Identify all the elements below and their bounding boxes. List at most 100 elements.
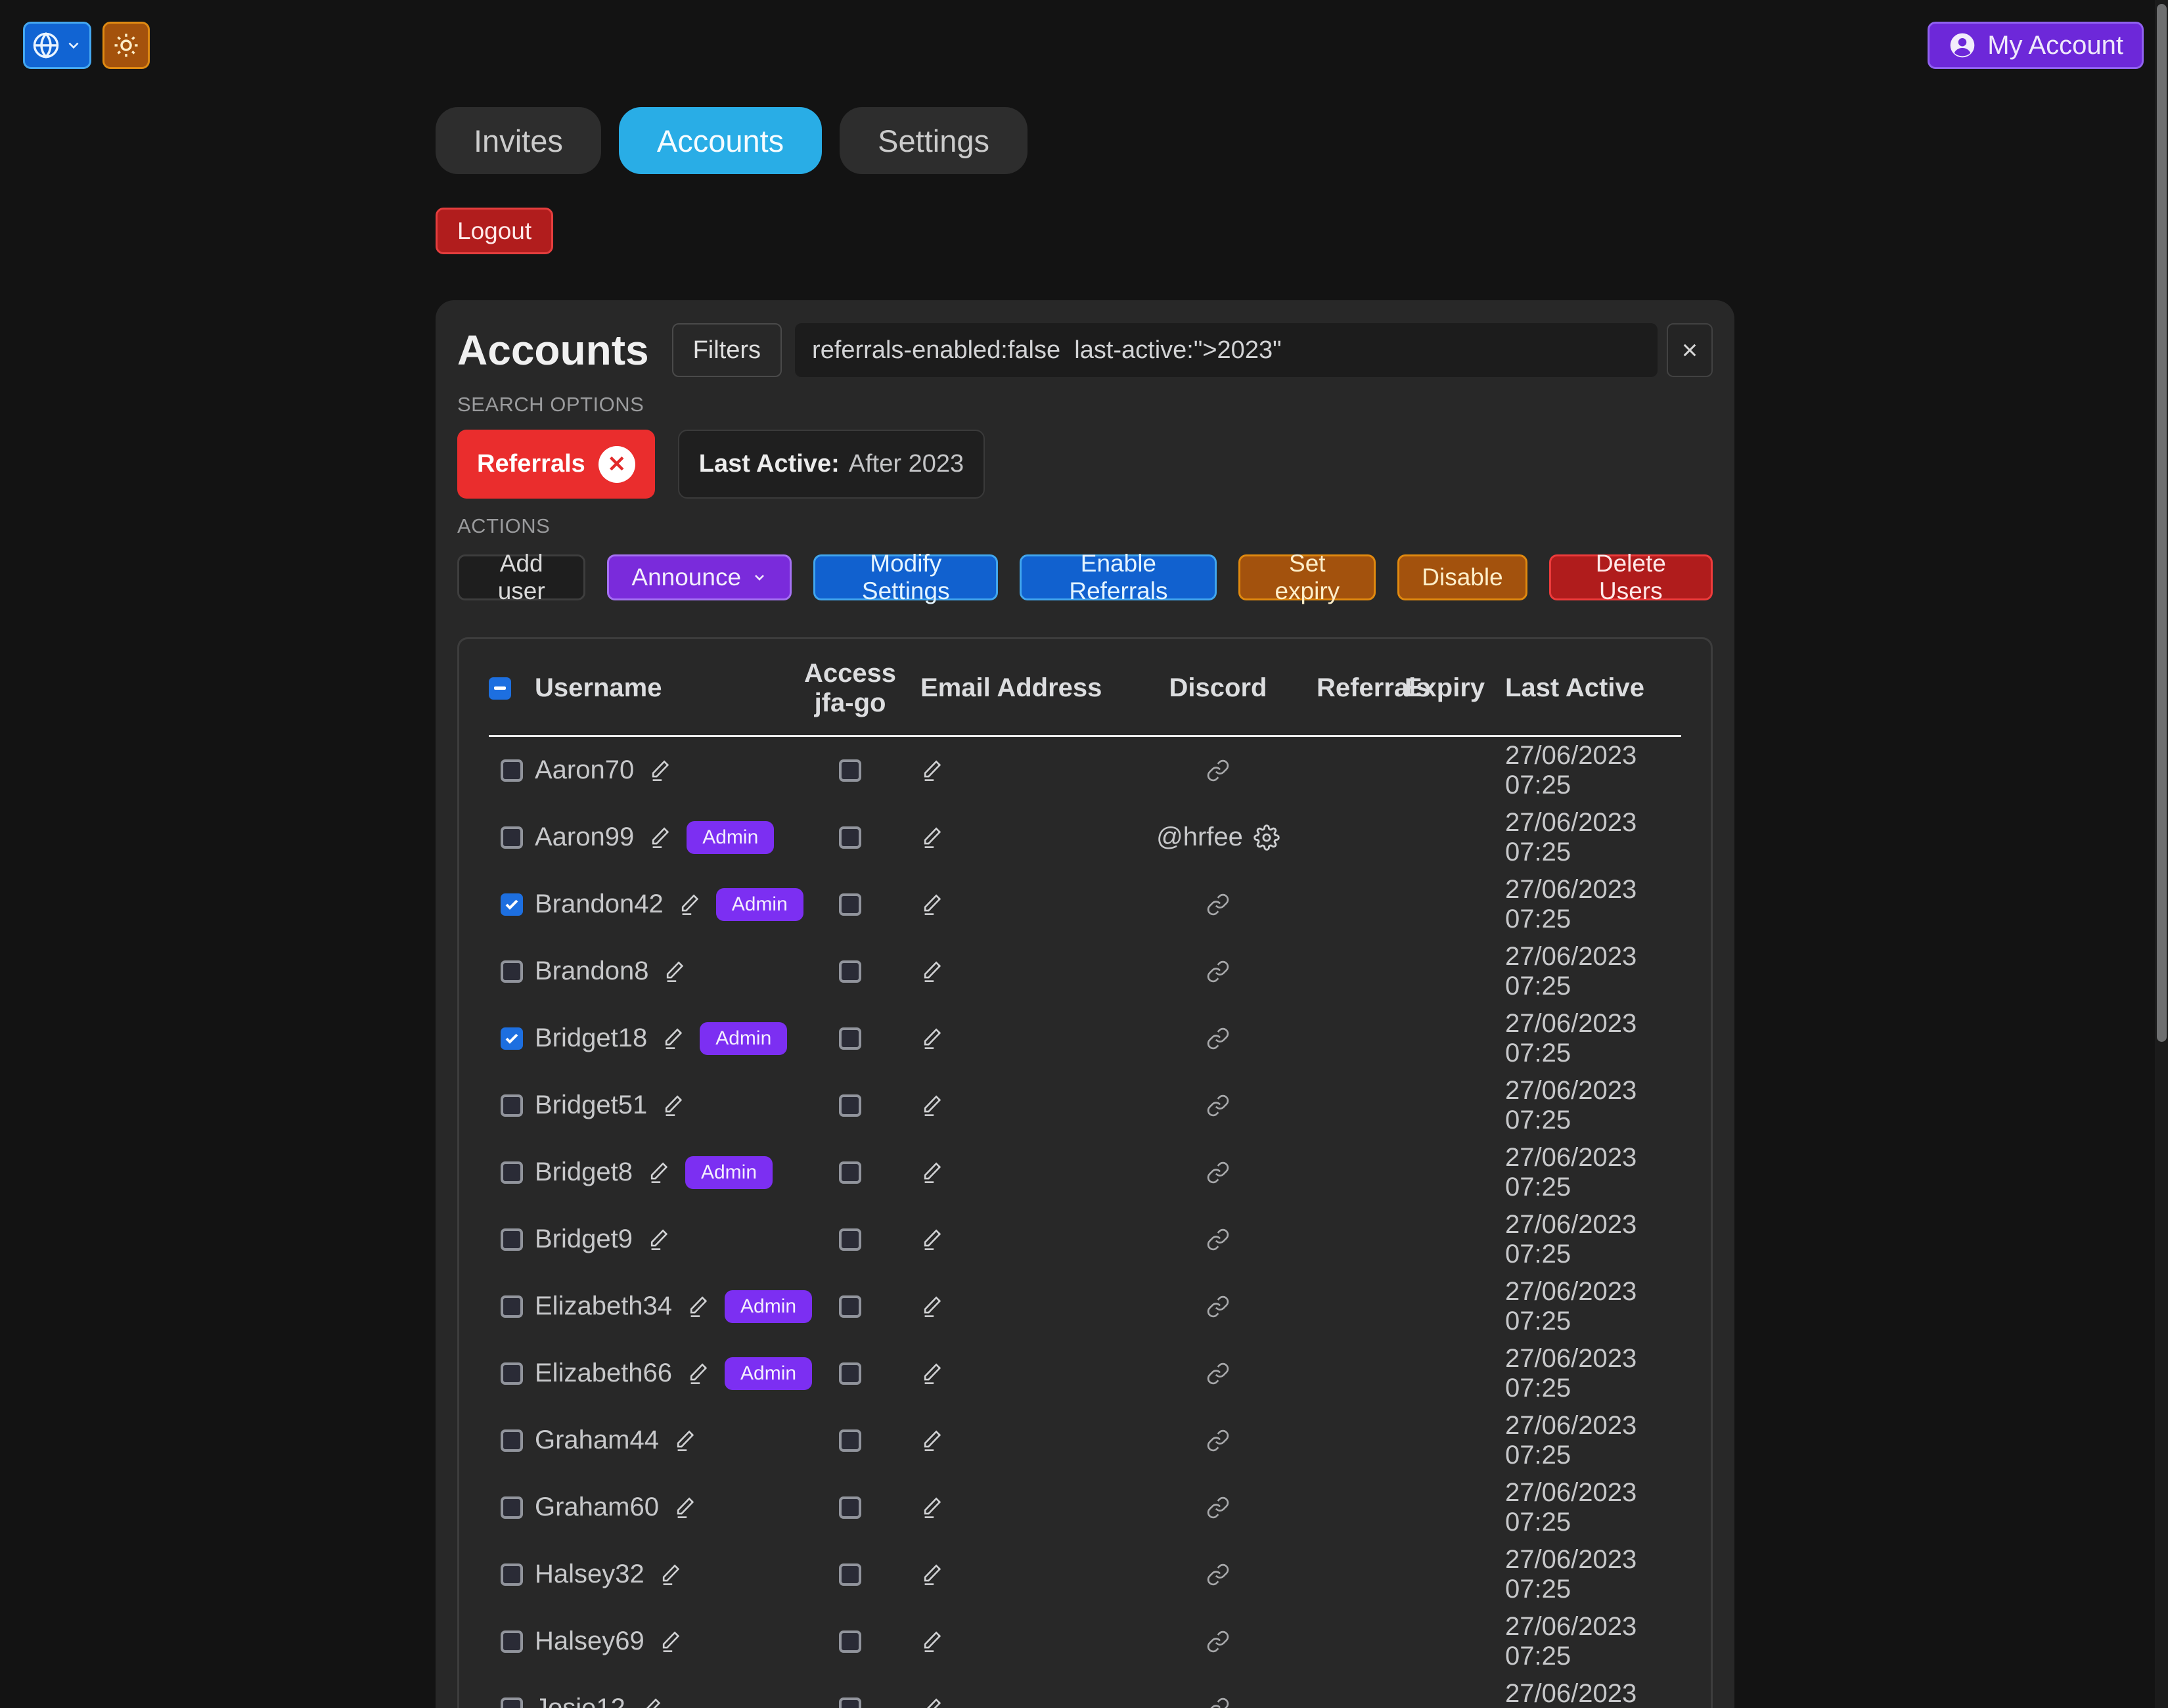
row-checkbox[interactable] bbox=[501, 1496, 523, 1519]
edit-username-icon[interactable] bbox=[648, 825, 672, 850]
tab-invites[interactable]: Invites bbox=[436, 107, 601, 174]
link-icon[interactable] bbox=[1206, 1295, 1230, 1318]
access-checkbox[interactable] bbox=[839, 893, 861, 916]
clear-search-button[interactable]: × bbox=[1667, 323, 1713, 377]
edit-username-icon[interactable] bbox=[687, 1294, 710, 1319]
row-checkbox[interactable] bbox=[501, 759, 523, 782]
email-cell bbox=[903, 1696, 1119, 1708]
access-checkbox[interactable] bbox=[839, 1295, 861, 1318]
edit-username-icon[interactable] bbox=[648, 758, 672, 783]
link-icon[interactable] bbox=[1206, 1429, 1230, 1452]
row-checkbox[interactable] bbox=[501, 1362, 523, 1385]
edit-username-icon[interactable] bbox=[663, 959, 687, 984]
access-checkbox[interactable] bbox=[839, 759, 861, 782]
access-checkbox[interactable] bbox=[839, 1094, 861, 1117]
edit-email-icon[interactable] bbox=[920, 1696, 944, 1708]
link-icon[interactable] bbox=[1206, 1362, 1230, 1385]
access-checkbox[interactable] bbox=[839, 1697, 861, 1708]
link-icon[interactable] bbox=[1206, 1161, 1230, 1184]
link-icon[interactable] bbox=[1206, 1027, 1230, 1050]
access-checkbox[interactable] bbox=[839, 826, 861, 849]
link-icon[interactable] bbox=[1206, 759, 1230, 782]
page-scrollbar[interactable] bbox=[2155, 0, 2168, 1708]
edit-username-icon[interactable] bbox=[647, 1227, 671, 1252]
edit-email-icon[interactable] bbox=[920, 825, 944, 850]
access-checkbox[interactable] bbox=[839, 1630, 861, 1653]
edit-email-icon[interactable] bbox=[920, 1428, 944, 1453]
link-icon[interactable] bbox=[1206, 1094, 1230, 1117]
remove-filter-icon[interactable]: ✕ bbox=[598, 446, 635, 483]
delete-users-button[interactable]: Delete Users bbox=[1549, 554, 1713, 600]
search-input[interactable] bbox=[795, 323, 1658, 377]
edit-username-icon[interactable] bbox=[673, 1428, 697, 1453]
select-all-checkbox[interactable] bbox=[489, 677, 511, 700]
filters-button[interactable]: Filters bbox=[672, 323, 782, 377]
edit-username-icon[interactable] bbox=[678, 892, 702, 917]
link-icon[interactable] bbox=[1206, 960, 1230, 983]
edit-email-icon[interactable] bbox=[920, 1026, 944, 1051]
row-checkbox[interactable] bbox=[501, 960, 523, 983]
row-checkbox[interactable] bbox=[501, 1295, 523, 1318]
announce-button[interactable]: Announce bbox=[607, 554, 792, 600]
modify-settings-button[interactable]: Modify Settings bbox=[813, 554, 998, 600]
edit-email-icon[interactable] bbox=[920, 1093, 944, 1118]
edit-username-icon[interactable] bbox=[640, 1696, 664, 1708]
edit-email-icon[interactable] bbox=[920, 1227, 944, 1252]
row-checkbox[interactable] bbox=[501, 826, 523, 849]
tab-settings[interactable]: Settings bbox=[840, 107, 1028, 174]
access-checkbox[interactable] bbox=[839, 1362, 861, 1385]
access-checkbox[interactable] bbox=[839, 1496, 861, 1519]
edit-email-icon[interactable] bbox=[920, 1160, 944, 1185]
access-checkbox[interactable] bbox=[839, 1161, 861, 1184]
gear-icon[interactable] bbox=[1253, 824, 1280, 851]
edit-username-icon[interactable] bbox=[662, 1093, 685, 1118]
filter-chip-referrals[interactable]: Referrals ✕ bbox=[457, 430, 655, 499]
edit-username-icon[interactable] bbox=[647, 1160, 671, 1185]
edit-email-icon[interactable] bbox=[920, 758, 944, 783]
link-icon[interactable] bbox=[1206, 1630, 1230, 1653]
link-icon[interactable] bbox=[1206, 1228, 1230, 1251]
filter-chip-last-active[interactable]: Last Active: After 2023 bbox=[678, 430, 985, 499]
edit-email-icon[interactable] bbox=[920, 1361, 944, 1386]
edit-email-icon[interactable] bbox=[920, 1294, 944, 1319]
my-account-button[interactable]: My Account bbox=[1928, 22, 2144, 69]
row-checkbox[interactable] bbox=[501, 1161, 523, 1184]
access-checkbox[interactable] bbox=[839, 1027, 861, 1050]
logout-button[interactable]: Logout bbox=[436, 208, 553, 254]
access-checkbox[interactable] bbox=[839, 1429, 861, 1452]
scrollbar-thumb[interactable] bbox=[2157, 4, 2167, 1042]
tab-accounts[interactable]: Accounts bbox=[619, 107, 822, 174]
row-checkbox[interactable] bbox=[501, 1228, 523, 1251]
row-checkbox[interactable] bbox=[501, 1697, 523, 1708]
enable-referrals-button[interactable]: Enable Referrals bbox=[1020, 554, 1217, 600]
theme-toggle-button[interactable] bbox=[102, 22, 150, 69]
access-checkbox[interactable] bbox=[839, 960, 861, 983]
link-icon[interactable] bbox=[1206, 1563, 1230, 1586]
row-checkbox[interactable] bbox=[501, 1563, 523, 1586]
edit-username-icon[interactable] bbox=[659, 1629, 683, 1654]
link-icon[interactable] bbox=[1206, 893, 1230, 916]
add-user-button[interactable]: Add user bbox=[457, 554, 585, 600]
row-checkbox[interactable] bbox=[501, 1429, 523, 1452]
edit-username-icon[interactable] bbox=[673, 1495, 697, 1520]
row-checkbox[interactable] bbox=[501, 1630, 523, 1653]
row-checkbox[interactable] bbox=[501, 1094, 523, 1117]
set-expiry-button[interactable]: Set expiry bbox=[1238, 554, 1376, 600]
disable-button[interactable]: Disable bbox=[1397, 554, 1527, 600]
row-checkbox[interactable] bbox=[501, 1027, 523, 1050]
edit-email-icon[interactable] bbox=[920, 1562, 944, 1587]
access-checkbox[interactable] bbox=[839, 1228, 861, 1251]
edit-email-icon[interactable] bbox=[920, 1495, 944, 1520]
language-button[interactable] bbox=[23, 22, 91, 69]
edit-email-icon[interactable] bbox=[920, 959, 944, 984]
edit-email-icon[interactable] bbox=[920, 892, 944, 917]
link-icon[interactable] bbox=[1206, 1697, 1230, 1708]
edit-username-icon[interactable] bbox=[659, 1562, 683, 1587]
row-checkbox[interactable] bbox=[501, 893, 523, 916]
link-icon[interactable] bbox=[1206, 1496, 1230, 1519]
edit-username-icon[interactable] bbox=[687, 1361, 710, 1386]
edit-username-icon[interactable] bbox=[662, 1026, 685, 1051]
access-checkbox[interactable] bbox=[839, 1563, 861, 1586]
table-row: Graham4427/06/2023 07:25 bbox=[489, 1407, 1681, 1474]
edit-email-icon[interactable] bbox=[920, 1629, 944, 1654]
